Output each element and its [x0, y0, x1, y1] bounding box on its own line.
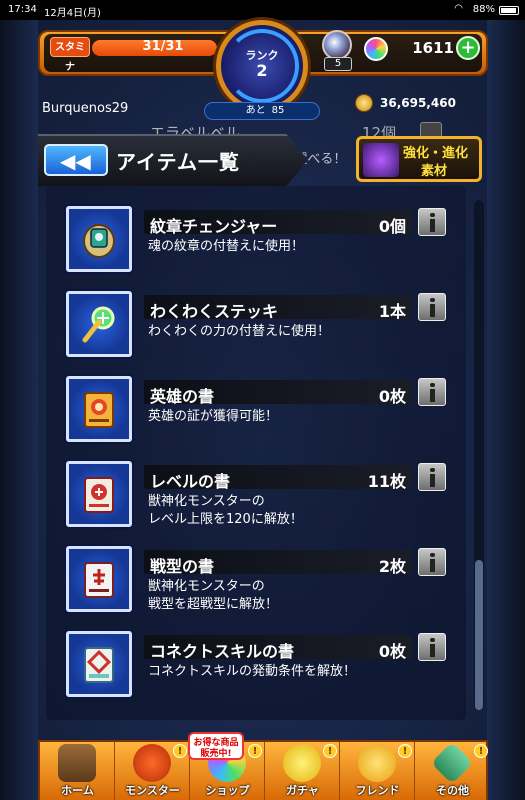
status-date: 12月4日(月)	[44, 8, 101, 19]
battery-icon	[499, 6, 519, 15]
nav-label: ホーム	[61, 784, 94, 797]
item-name: 英雄の書	[150, 387, 215, 406]
alert-icon: !	[323, 744, 337, 758]
info-icon[interactable]	[418, 208, 446, 236]
nav-label: フレンド	[355, 784, 400, 797]
connect-skill-book-icon	[66, 631, 132, 697]
list-item[interactable]: レベルの書 11枚 獣神化モンスターの レベル上限を120に解放！	[66, 461, 486, 547]
item-name: レベルの書	[150, 472, 231, 491]
nav-tab-gacha[interactable]: ガチャ !	[265, 742, 340, 800]
back-arrow-icon: ◀◀	[60, 149, 91, 173]
info-icon[interactable]	[418, 633, 446, 661]
gem-icon	[364, 37, 388, 61]
nav-label: モンスター	[125, 784, 180, 797]
item-name: 紋章チェンジャー	[150, 217, 278, 236]
buy-gems-button[interactable]: +	[456, 36, 480, 60]
evolve-label-line1: 強化・進化	[403, 146, 469, 161]
stamina-value: 31/31	[142, 39, 184, 54]
alert-icon: !	[398, 744, 412, 758]
item-description: コネクトスキルの発動条件を解放！	[148, 664, 357, 679]
left-border	[0, 20, 38, 800]
info-icon[interactable]	[418, 463, 446, 491]
list-item[interactable]: わくわくステッキ 1本 わくわくの力の付替えに使用！	[66, 291, 486, 377]
evolve-materials-button[interactable]: 強化・進化 素材	[356, 136, 482, 182]
list-item[interactable]: 英雄の書 0枚 英雄の証が獲得可能！	[66, 376, 486, 462]
username: Burquenos29	[42, 101, 129, 116]
nav-tab-home[interactable]: ホーム	[40, 742, 115, 800]
back-button[interactable]: ◀◀	[44, 144, 108, 176]
item-count: 0個	[378, 217, 406, 236]
crest-changer-icon	[66, 206, 132, 272]
wifi-icon: ◠	[454, 3, 463, 14]
item-count: 1本	[378, 302, 406, 321]
alert-icon: !	[173, 744, 187, 758]
alert-icon: !	[474, 744, 488, 758]
info-icon[interactable]	[418, 378, 446, 406]
status-time: 17:34	[8, 4, 37, 15]
monster-icon	[133, 744, 171, 782]
wand-icon	[66, 291, 132, 357]
item-description: 魂の紋章の付替えに使用！	[148, 239, 305, 254]
promo-line2: 販売中!	[200, 749, 232, 759]
item-name: わくわくステッキ	[150, 302, 279, 321]
home-icon	[58, 744, 96, 782]
rank-badge[interactable]: ランク 2	[216, 20, 308, 112]
list-item[interactable]: 戦型の書 2枚 獣神化モンスターの 戦型を超戦型に解放！	[66, 546, 486, 632]
evolve-material-icon	[363, 143, 399, 177]
item-count: 0枚	[378, 642, 406, 661]
list-item[interactable]: コネクトスキルの書 0枚 コネクトスキルの発動条件を解放！	[66, 631, 486, 717]
nav-tab-monster[interactable]: モンスター !	[115, 742, 190, 800]
item-description: わくわくの力の付替えに使用！	[148, 324, 331, 339]
evolve-label-line2: 素材	[421, 164, 448, 179]
nav-label: ガチャ	[286, 784, 319, 797]
alert-icon: !	[248, 744, 262, 758]
level-book-icon	[66, 461, 132, 527]
rank-value: 2	[256, 61, 268, 80]
nav-tab-friend[interactable]: フレンド !	[340, 742, 415, 800]
coin-count: 36,695,460	[380, 96, 456, 110]
battery-percent: 88%	[472, 4, 495, 15]
item-count: 11枚	[367, 472, 406, 491]
app-screen: 17:34 12月4日(月) ◠ 88% スタミナ 31/31 ランク 2 5 …	[0, 0, 525, 800]
shop-promo-badge: お得な商品 販売中!	[188, 732, 244, 760]
nav-tab-other[interactable]: その他 !	[415, 741, 490, 800]
other-icon	[430, 741, 474, 785]
nav-label: ショップ	[205, 784, 250, 797]
item-count: 2枚	[378, 557, 406, 576]
battle-type-book-icon	[66, 546, 132, 612]
bottom-nav: ホーム モンスター ! ショップ ! ガチャ ! フレンド ! その他 !	[38, 740, 488, 800]
item-description: 獣神化モンスターの レベル上限を120に解放！	[148, 494, 303, 527]
status-bar: 17:34 12月4日(月) ◠ 88%	[0, 0, 525, 20]
hero-book-icon	[66, 376, 132, 442]
coin-icon	[355, 94, 373, 112]
item-name: 戦型の書	[150, 557, 215, 576]
info-icon[interactable]	[418, 548, 446, 576]
friend-icon	[358, 744, 396, 782]
item-description: 英雄の証が獲得可能！	[148, 409, 279, 424]
gacha-icon	[283, 744, 321, 782]
gem-count: 1611	[412, 39, 454, 57]
right-border	[487, 20, 525, 800]
page-title: アイテム一覧	[116, 150, 240, 174]
next-exp-value: 85	[271, 105, 285, 116]
list-item[interactable]: 紋章チェンジャー 0個 魂の紋章の付替えに使用！	[66, 206, 486, 292]
orb-icon[interactable]	[322, 30, 352, 60]
next-exp-label: あと	[245, 105, 266, 116]
item-name: コネクトスキルの書	[150, 642, 295, 661]
item-description: 獣神化モンスターの 戦型を超戦型に解放！	[148, 579, 279, 612]
nav-label: その他	[436, 784, 469, 797]
info-icon[interactable]	[418, 293, 446, 321]
stamina-label: スタミナ	[50, 37, 90, 73]
item-count: 0枚	[378, 387, 406, 406]
orb-count: 5	[324, 57, 352, 71]
